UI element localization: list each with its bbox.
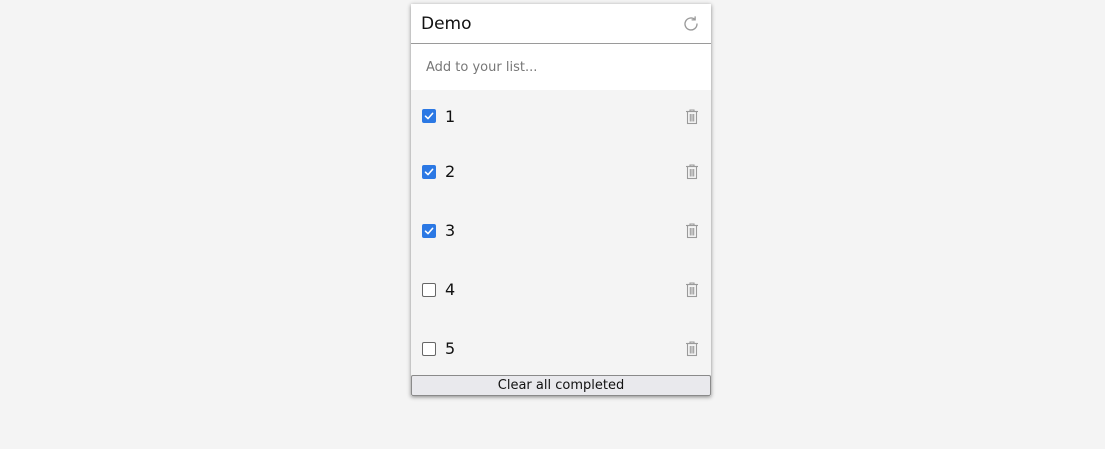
- trash-icon[interactable]: [683, 340, 701, 358]
- item-checkbox[interactable]: [422, 109, 436, 123]
- trash-icon[interactable]: [683, 281, 701, 299]
- list-item: 4: [411, 260, 711, 319]
- item-label: 3: [445, 221, 456, 240]
- item-label: 1: [445, 106, 456, 126]
- item-checkbox[interactable]: [422, 282, 436, 297]
- refresh-icon[interactable]: [681, 14, 701, 34]
- add-row: [411, 44, 711, 90]
- list-item: 3: [411, 201, 711, 260]
- item-checkbox[interactable]: [422, 341, 436, 356]
- trash-icon[interactable]: [683, 163, 701, 181]
- item-checkbox[interactable]: [422, 164, 436, 179]
- clear-completed-button[interactable]: Clear all completed: [411, 375, 711, 396]
- item-label: 4: [445, 280, 456, 299]
- trash-icon[interactable]: [683, 222, 701, 240]
- add-item-input[interactable]: [426, 59, 696, 75]
- item-label: 5: [445, 339, 456, 358]
- list-item: 1: [411, 90, 711, 142]
- list-item: 2: [411, 142, 711, 201]
- list-item: 5: [411, 319, 711, 371]
- page-title: Demo: [421, 13, 472, 34]
- item-label: 2: [445, 162, 456, 181]
- todo-list: 1 2 3 4 5: [411, 90, 711, 371]
- trash-icon[interactable]: [683, 107, 701, 125]
- todo-panel: Demo 1 2: [411, 4, 711, 396]
- item-checkbox[interactable]: [422, 223, 436, 238]
- header: Demo: [411, 4, 711, 44]
